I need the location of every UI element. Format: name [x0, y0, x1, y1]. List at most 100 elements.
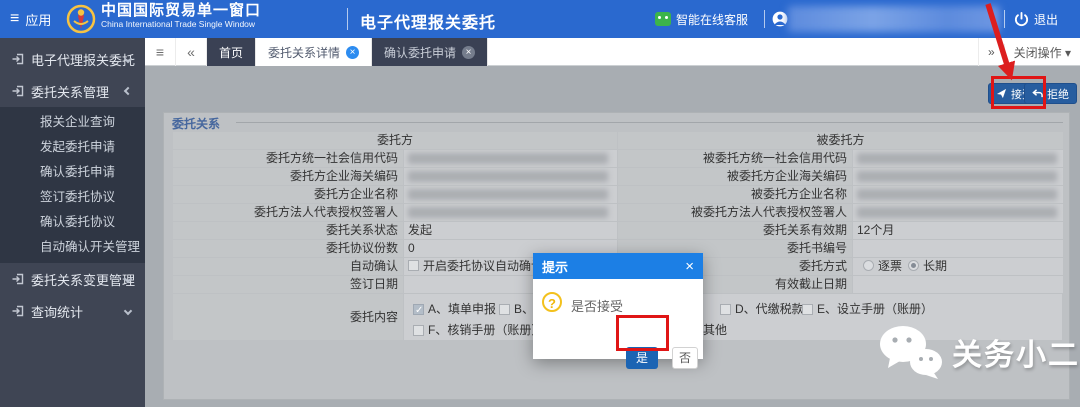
checkbox[interactable] — [720, 304, 731, 315]
tab-home[interactable]: 首页 — [207, 38, 256, 66]
sidebar-item-qianding-weituo-xieyi[interactable]: 签订委托协议 — [0, 185, 145, 210]
checkbox[interactable] — [802, 304, 813, 315]
question-icon: ? — [542, 292, 562, 312]
checkbox-label: 其他 — [703, 322, 727, 339]
sidebar-item-label: 查询统计 — [31, 302, 83, 321]
sign-in-icon — [12, 273, 24, 285]
app-window: ≡ 应用 中国国际贸易单一窗口 China International Trad… — [0, 0, 1080, 407]
table-row: 委托方统一社会信用代码 被委托方统一社会信用代码 — [173, 150, 1063, 167]
dialog-message: 是否接受 — [571, 296, 623, 315]
field-value — [404, 150, 617, 167]
reject-button[interactable]: 拒绝 — [1024, 83, 1077, 104]
online-service-link[interactable]: 智能在线客服 — [655, 0, 748, 38]
field-value — [853, 186, 1063, 203]
brand-title-en: China International Trade Single Window — [101, 20, 261, 29]
redacted-value — [857, 207, 1057, 218]
content-option[interactable]: D、代缴税款 — [720, 301, 804, 318]
redacted-value — [408, 171, 608, 182]
tab-close-icon[interactable]: × — [462, 46, 475, 59]
tab-label: 委托关系详情 — [268, 44, 340, 61]
confirm-dialog: 提示 × ? 是否接受 是 否 — [533, 253, 703, 359]
yes-button[interactable]: 是 — [626, 347, 658, 369]
field-value — [404, 168, 617, 185]
content-option[interactable]: F、核销手册（账册） — [413, 322, 543, 339]
sidebar-item-weituo-guanxi-guanli[interactable]: 委托关系管理 — [0, 75, 145, 107]
field-label: 被委托方统一社会信用代码 — [618, 150, 852, 167]
table-row: 委托方法人代表授权签署人 被委托方法人代表授权签署人 — [173, 204, 1063, 221]
field-label: 被委托方企业海关编码 — [618, 168, 852, 185]
header-divider — [1004, 10, 1005, 28]
tab-bar: ≡ « 首页 委托关系详情 × 确认委托申请 × » 关闭操作 ▾ — [145, 38, 1080, 66]
field-label: 被委托方法人代表授权签署人 — [618, 204, 852, 221]
field-label: 委托关系状态 — [173, 222, 403, 239]
checkbox[interactable] — [413, 325, 424, 336]
sidebar-item-label: 委托关系变更管理 — [31, 270, 135, 289]
close-operations-dropdown[interactable]: 关闭操作 ▾ — [1004, 44, 1080, 61]
redacted-value — [857, 153, 1057, 164]
field-label: 委托方法人代表授权签署人 — [173, 204, 403, 221]
tab-scroll-left-button[interactable]: « — [176, 38, 207, 66]
field-value — [853, 168, 1063, 185]
app-header: ≡ 应用 中国国际贸易单一窗口 China International Trad… — [0, 0, 1080, 38]
tab-label: 确认委托申请 — [384, 44, 456, 61]
person-icon — [772, 11, 788, 27]
watermark: 关务小二 — [878, 324, 1080, 380]
username-redacted — [788, 6, 1000, 32]
table-row: 委托方企业名称被委托方企业名称 — [173, 186, 1063, 203]
tab-queren-weituo-shenqing[interactable]: 确认委托申请 × — [372, 38, 488, 66]
content-option[interactable]: E、设立手册（账册） — [802, 301, 933, 318]
field-label: 委托方统一社会信用代码 — [173, 150, 403, 167]
tab-scroll-right-button[interactable]: » — [979, 45, 1004, 59]
sidebar-item-chaxun-tongji[interactable]: 查询统计 — [0, 295, 145, 327]
sidebar-item-faqi-weituo-shenqing[interactable]: 发起委托申请 — [0, 135, 145, 160]
tab-list-menu-button[interactable]: ≡ — [145, 38, 176, 66]
tab-weituo-guanxi-xiangqing[interactable]: 委托关系详情 × — [256, 38, 372, 66]
checkbox[interactable] — [408, 260, 419, 271]
dialog-close-icon[interactable]: × — [685, 259, 694, 274]
tab-close-icon[interactable]: × — [346, 46, 359, 59]
brand-title: 中国国际贸易单一窗口 China International Trade Sin… — [101, 3, 261, 29]
chevron-left-icon — [124, 307, 132, 315]
send-icon — [996, 88, 1007, 99]
brand-logo-icon — [66, 4, 96, 34]
sidebar-item-queren-weituo-shenqing[interactable]: 确认委托申请 — [0, 160, 145, 185]
sidebar-item-label: 委托关系管理 — [31, 82, 109, 101]
radio-option[interactable] — [863, 260, 874, 271]
redacted-value — [408, 153, 608, 164]
apps-menu-label: 应用 — [25, 10, 51, 29]
radio-option[interactable] — [908, 260, 919, 271]
chevron-down-icon — [124, 87, 132, 95]
redacted-value — [408, 207, 608, 218]
dialog-body: ? 是否接受 是 否 — [533, 279, 703, 359]
radio-label: 逐票 — [878, 259, 902, 273]
sidebar-item-baoguan-qiye-chaxun[interactable]: 报关企业查询 — [0, 110, 145, 135]
checkbox[interactable] — [499, 304, 510, 315]
wechat-icon — [878, 324, 944, 380]
header-divider — [347, 8, 348, 30]
field-label: 签订日期 — [173, 276, 403, 293]
field-label: 自动确认 — [173, 258, 403, 275]
tab-label: 首页 — [219, 44, 243, 61]
table-header-row: 委托方 被委托方 — [173, 132, 1063, 149]
power-icon — [1014, 12, 1029, 27]
robot-icon — [655, 12, 671, 26]
checkbox-label: A、填单申报 — [428, 301, 496, 318]
page-title: 电子代理报关委托 — [360, 9, 496, 33]
field-value — [853, 150, 1063, 167]
no-button[interactable]: 否 — [672, 347, 698, 369]
sidebar-item-weituo-guanxi-biangeng-guanli[interactable]: 委托关系变更管理 — [0, 263, 145, 295]
checkbox[interactable] — [413, 304, 424, 315]
sidebar-item-dianzi-daili-baoguan-weituo[interactable]: 电子代理报关委托 — [0, 43, 145, 75]
sign-in-icon — [12, 305, 24, 317]
dialog-title: 提示 — [542, 257, 568, 276]
user-avatar[interactable] — [772, 0, 788, 38]
redacted-value — [408, 189, 608, 200]
sidebar-item-queren-weituo-xieyi[interactable]: 确认委托协议 — [0, 210, 145, 235]
content-option[interactable]: A、填单申报 — [413, 301, 496, 318]
apps-menu-button[interactable]: ≡ 应用 — [10, 0, 51, 38]
field-label: 委托方企业名称 — [173, 186, 403, 203]
field-value — [404, 186, 617, 203]
logout-button[interactable]: 退出 — [1014, 0, 1058, 38]
sidebar-item-zidong-queren-kaiguan-guanli[interactable]: 自动确认开关管理 — [0, 235, 145, 260]
checkbox-label: D、代缴税款 — [735, 301, 804, 318]
